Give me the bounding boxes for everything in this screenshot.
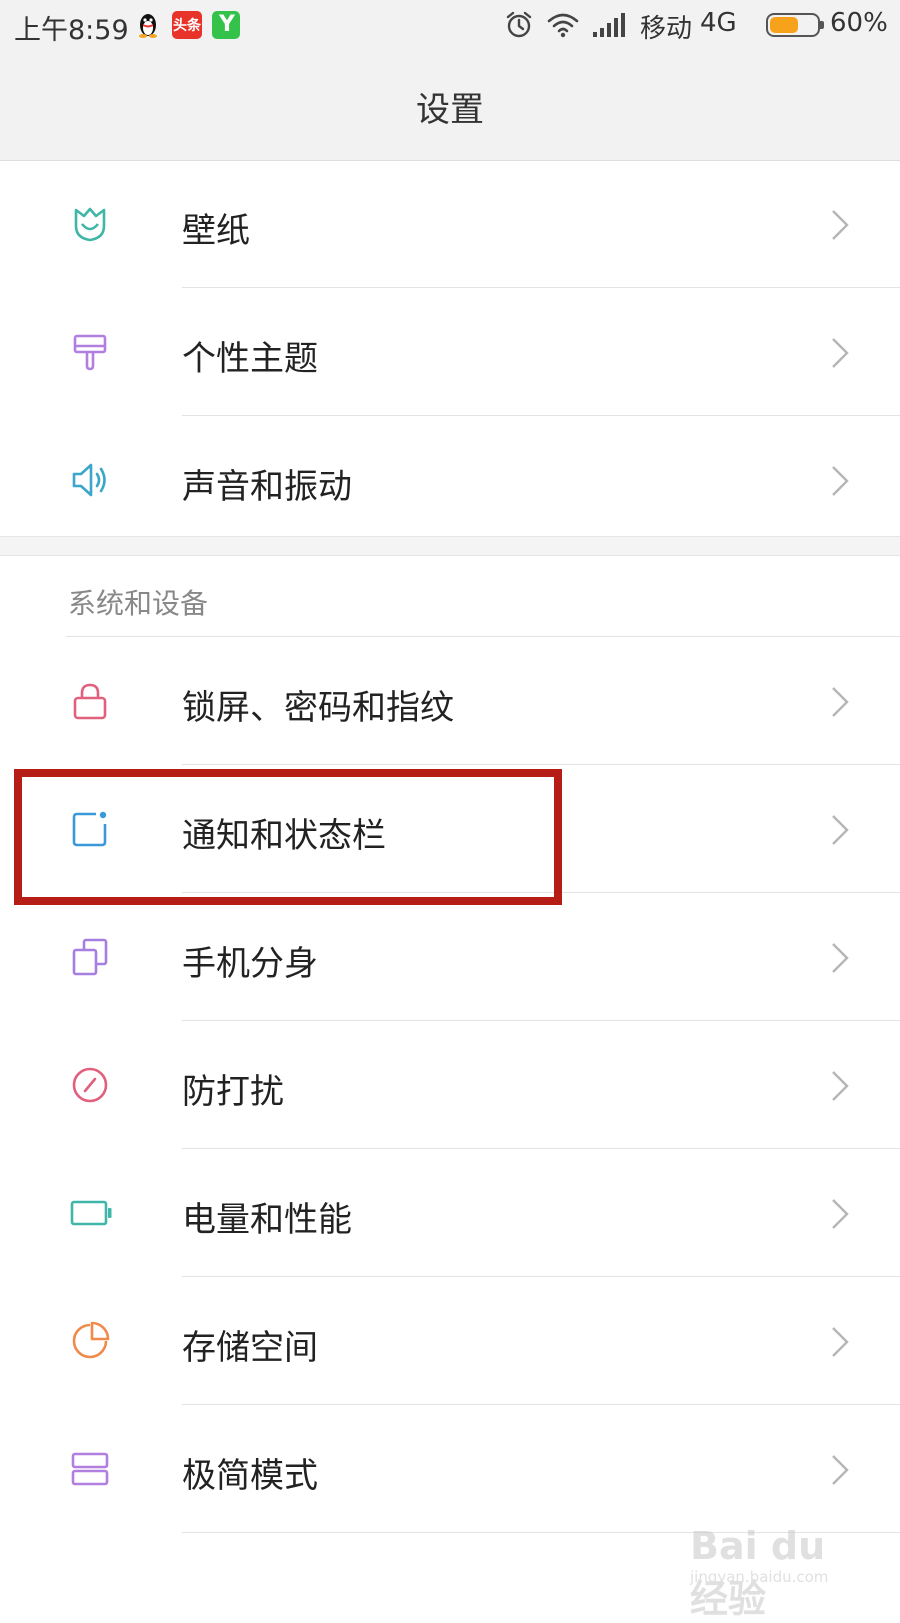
alarm-icon (504, 10, 534, 40)
highlight-box (14, 769, 562, 905)
settings-item-label: 防打扰 (182, 1072, 284, 1112)
battery-icon (70, 1193, 112, 1233)
qq-icon (134, 11, 162, 39)
y-app-icon: Y (212, 11, 240, 39)
do-not-disturb-icon (70, 1065, 110, 1105)
speaker-icon (70, 460, 110, 500)
chevron-right-icon (830, 1069, 850, 1103)
settings-item-label: 壁纸 (182, 211, 250, 251)
settings-item-battery[interactable]: 电量和性能 (0, 1149, 900, 1277)
status-bar: 上午8:59 头条 Y 移动 4G 60% (0, 0, 900, 52)
settings-item-label: 电量和性能 (182, 1200, 352, 1240)
wallpaper-icon (70, 204, 110, 244)
battery-icon (766, 13, 824, 37)
baidu-watermark: Bai du 经验 jingyan.baidu.com (690, 1498, 870, 1621)
settings-item-label: 个性主题 (182, 339, 318, 379)
carrier-label: 移动 (640, 14, 693, 44)
page-title: 设置 (416, 90, 484, 130)
battery-percent: 60% (830, 8, 888, 38)
status-time: 上午8:59 (14, 15, 129, 46)
chevron-right-icon (830, 464, 850, 498)
wifi-icon (546, 10, 580, 40)
settings-item-lockscreen[interactable]: 锁屏、密码和指纹 (0, 637, 900, 765)
theme-brush-icon (70, 332, 110, 372)
dual-phone-icon (70, 937, 110, 977)
settings-item-wallpaper[interactable]: 壁纸 (0, 160, 900, 288)
title-bar: 设置 (0, 52, 900, 161)
chevron-right-icon (830, 685, 850, 719)
settings-item-label: 声音和振动 (182, 467, 352, 507)
watermark-url: jingyan.baidu.com (690, 1568, 829, 1586)
settings-item-do-not-disturb[interactable]: 防打扰 (0, 1021, 900, 1149)
settings-item-storage[interactable]: 存储空间 (0, 1277, 900, 1405)
chevron-right-icon (830, 1453, 850, 1487)
signal-icon (592, 12, 626, 38)
simple-mode-icon (70, 1449, 110, 1489)
settings-item-label: 极简模式 (182, 1456, 318, 1496)
settings-item-label: 锁屏、密码和指纹 (182, 688, 454, 728)
chevron-right-icon (830, 208, 850, 242)
chevron-right-icon (830, 1325, 850, 1359)
settings-item-dual-apps[interactable]: 手机分身 (0, 893, 900, 1021)
battery-fill (770, 17, 798, 33)
section-title: 系统和设备 (68, 587, 209, 620)
settings-item-theme[interactable]: 个性主题 (0, 288, 900, 416)
section-gap (0, 536, 900, 556)
settings-item-sound[interactable]: 声音和振动 (0, 416, 900, 544)
network-label: 4G (700, 8, 737, 38)
settings-item-label: 手机分身 (182, 944, 318, 984)
chevron-right-icon (830, 336, 850, 370)
settings-item-label: 存储空间 (182, 1328, 318, 1368)
chevron-right-icon (830, 941, 850, 975)
chevron-right-icon (830, 813, 850, 847)
lock-icon (70, 681, 110, 721)
toutiao-icon: 头条 (172, 11, 202, 39)
storage-pie-icon (70, 1321, 110, 1361)
chevron-right-icon (830, 1197, 850, 1231)
